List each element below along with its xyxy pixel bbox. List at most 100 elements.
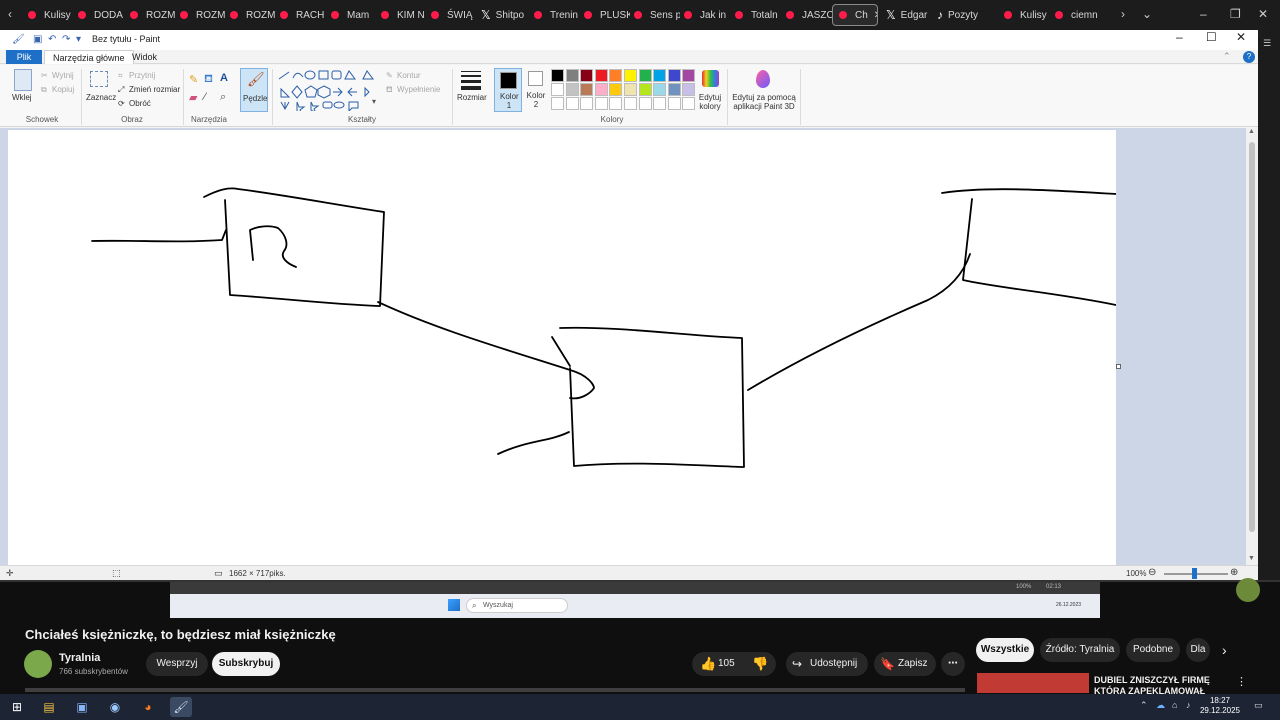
custom-color-slot[interactable] [638,97,652,110]
outline-button[interactable]: Kontur [397,71,421,80]
browser-tab[interactable]: JASZC [786,4,832,26]
paste-button[interactable]: Wklej [12,93,32,102]
zoom-slider-thumb[interactable] [1192,568,1197,579]
recommendation-thumbnail[interactable] [977,673,1089,693]
color-picker-icon[interactable]: ⁄ [204,91,206,103]
palette-swatch[interactable] [609,83,623,96]
palette-swatch[interactable] [551,69,564,82]
browser-tab[interactable]: Kulisy [1004,4,1050,26]
custom-color-slot[interactable] [682,97,696,110]
browser-tab[interactable]: Jak in [684,4,730,26]
cloud-icon[interactable]: ☁ [1156,700,1165,711]
browser-tab[interactable]: Totaln [735,4,781,26]
save-video-button[interactable]: 🔖 Zapisz [874,652,936,676]
palette-swatch[interactable] [594,83,608,96]
shapes-gallery[interactable] [277,69,377,111]
help-icon[interactable]: ? [1243,51,1255,63]
color2-label[interactable]: Kolor 2 [526,91,546,109]
notifications-icon[interactable]: ▭ [1254,700,1263,711]
custom-color-slot[interactable] [609,97,623,110]
browser-tab[interactable]: Mam [331,4,377,26]
browser-tab[interactable]: ROZM [130,4,176,26]
save-icon[interactable]: ▣ [33,34,44,45]
size-button[interactable]: Rozmiar [457,93,487,102]
filters-next-icon[interactable]: › [1222,642,1227,658]
redo-icon[interactable]: ↷ [62,34,73,45]
steam-icon[interactable]: ◉ [104,697,126,717]
close-tab-icon[interactable]: ✕ [874,10,877,21]
customize-quick-access-icon[interactable]: ▾ [76,34,87,45]
custom-color-slot[interactable] [580,97,594,110]
browser-tab[interactable]: ciemn [1055,4,1101,26]
paste-icon[interactable] [14,69,32,91]
palette-swatch[interactable] [565,83,579,96]
volume-icon[interactable]: ♪ [1186,700,1191,710]
paint3d-button[interactable]: Edytuj za pomocą aplikacji Paint 3D [730,93,798,111]
paint-close-icon[interactable]: ✕ [1236,30,1246,44]
palette-swatch[interactable] [682,83,696,96]
scrollbar-thumb[interactable] [1249,142,1255,532]
shapes-more-icon[interactable]: ▾ [372,97,376,106]
side-panel-icon[interactable]: ☰ [1263,38,1271,49]
custom-color-slot[interactable] [565,97,579,110]
color1-button[interactable]: Kolor 1 [494,68,522,112]
color2-swatch[interactable] [528,71,543,86]
like-count[interactable]: 105 [718,652,735,676]
browser-tab[interactable]: Ch ✕ [832,4,878,26]
tab-list-chevron-icon[interactable]: ⌄ [1142,7,1152,21]
taskbar-clock[interactable]: 18:27 29.12.2025 [1196,696,1244,716]
browser-tab[interactable]: PLUSK [584,4,630,26]
browser-tab[interactable]: ŚWIĄ [431,4,477,26]
palette-swatch[interactable] [624,69,637,82]
filter-all[interactable]: Wszystkie [976,638,1034,662]
channel-name[interactable]: Tyralnia [59,652,100,664]
canvas-resize-handle[interactable] [1116,364,1121,369]
fill-button[interactable]: Wypełnienie [397,85,441,94]
edit-colors-icon[interactable] [702,70,719,87]
browser-tab[interactable]: 𝕏 Shitpo [481,4,527,26]
palette-swatch[interactable] [624,83,637,96]
channel-avatar[interactable] [24,650,52,678]
browser-tab[interactable]: Trenin [534,4,580,26]
custom-color-slot[interactable] [624,97,637,110]
computer-app-icon[interactable]: ▣ [71,697,93,717]
dislike-icon[interactable]: 👎 [752,652,768,676]
file-explorer-icon[interactable]: ▤ [38,697,60,717]
tab-view[interactable]: Widok [124,50,165,64]
palette-swatch[interactable] [594,69,608,82]
palette-swatch[interactable] [653,69,667,82]
edit-colors-button[interactable]: Edytuj kolory [695,93,725,111]
browser-tab[interactable]: DODA [78,4,124,26]
eraser-icon[interactable]: ▰ [189,91,197,104]
fill-icon[interactable]: ⛾ [204,73,213,87]
tab-scroll-left-icon[interactable]: ‹ [8,7,12,21]
size-icon[interactable] [461,71,481,90]
brushes-button[interactable]: 🖌 Pędzle [240,68,268,112]
palette-swatch[interactable] [638,69,652,82]
custom-color-slot[interactable] [594,97,608,110]
subscribe-button[interactable]: Subskrybuj [212,652,280,676]
browser-close-icon[interactable]: ✕ [1258,7,1268,21]
filter-source[interactable]: Źródło: Tyralnia [1040,638,1120,662]
rotate-button[interactable]: Obróć [129,99,151,108]
tab-scroll-right-icon[interactable]: › [1121,7,1125,21]
browser-tab[interactable]: RACH [280,4,326,26]
like-icon[interactable]: 👍 [700,652,716,676]
browser-tab[interactable]: Kulisy [28,4,74,26]
scroll-down-icon[interactable]: ▼ [1248,555,1255,562]
resize-button[interactable]: Zmień rozmiar [129,85,180,94]
page-horizontal-scrollbar[interactable] [25,688,965,692]
select-button[interactable]: Zaznacz [86,93,116,102]
palette-swatch[interactable] [551,83,564,96]
recommendation-menu-icon[interactable]: ⋮ [1236,675,1247,688]
custom-color-slot[interactable] [653,97,667,110]
zoom-in-icon[interactable]: ⊕ [1230,567,1238,578]
custom-color-slot[interactable] [667,97,681,110]
palette-swatch[interactable] [682,69,696,82]
palette-swatch[interactable] [653,83,667,96]
scroll-up-icon[interactable]: ▲ [1248,128,1255,135]
tray-chevron-icon[interactable]: ⌃ [1140,700,1148,711]
browser-restore-icon[interactable]: ❐ [1230,7,1241,21]
paint-minimize-icon[interactable]: – [1176,30,1183,44]
cut-button[interactable]: Wytnij [52,71,74,80]
